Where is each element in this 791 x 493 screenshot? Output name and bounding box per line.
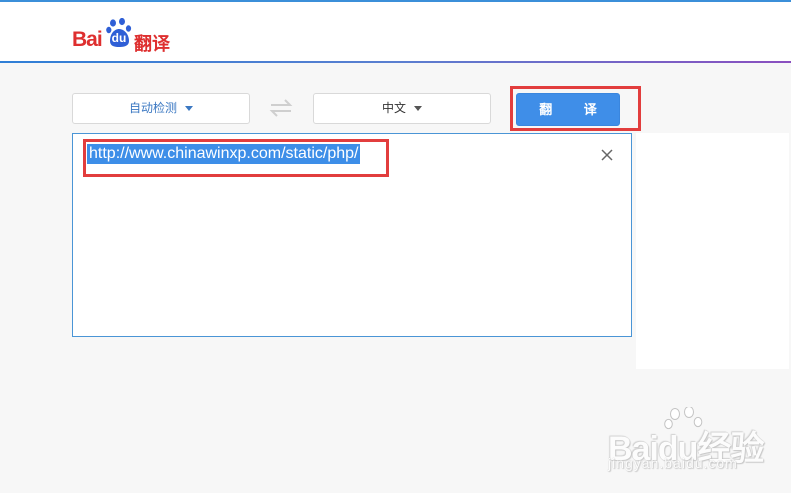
translate-button[interactable]: 翻 译 bbox=[516, 93, 620, 126]
target-language-select[interactable]: 中文 bbox=[313, 93, 491, 124]
translation-result-panel bbox=[636, 133, 789, 369]
top-header: Bai du 翻译 bbox=[0, 0, 791, 62]
watermark-url-text: jingyan.baidu.com bbox=[608, 455, 738, 471]
target-language-label: 中文 bbox=[381, 101, 406, 115]
source-text-input[interactable]: http://www.chinawinxp.com/static/php/ bbox=[72, 133, 632, 337]
swap-languages-icon[interactable] bbox=[268, 97, 294, 119]
baidu-paw-icon: du bbox=[106, 17, 132, 48]
close-icon[interactable] bbox=[601, 148, 613, 161]
source-text-selection[interactable]: http://www.chinawinxp.com/static/php/ bbox=[87, 144, 361, 164]
logo-du-text: du bbox=[111, 31, 127, 45]
source-language-select[interactable]: 自动检测 bbox=[72, 93, 250, 124]
chevron-down-icon bbox=[414, 106, 422, 112]
baidu-jingyan-watermark: Baidu经验 jingyan.baidu.com bbox=[608, 406, 788, 477]
chevron-down-icon bbox=[185, 106, 193, 112]
logo-fanyi-text: 翻译 bbox=[134, 34, 170, 55]
header-divider bbox=[0, 61, 791, 63]
logo-bai-text: Bai bbox=[72, 28, 103, 51]
source-language-label: 自动检测 bbox=[128, 101, 177, 115]
